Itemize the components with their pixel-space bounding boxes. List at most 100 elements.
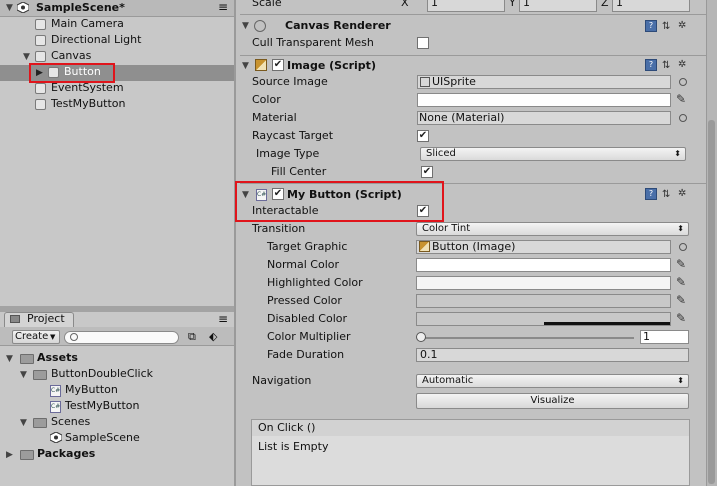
image-enabled-checkbox[interactable]: ✔ [272, 59, 284, 71]
dropdown-arrow-icon: ▼ [50, 333, 56, 341]
dropdown-arrow-icon: ⬍ [677, 376, 684, 385]
scale-x-field[interactable] [427, 0, 505, 12]
list-empty-label: List is Empty [258, 440, 329, 453]
script-icon: C# [50, 385, 61, 397]
hierarchy-item-canvas[interactable]: Canvas [51, 49, 91, 63]
hierarchy-item-directional-light[interactable]: Directional Light [51, 33, 141, 47]
color-field[interactable] [417, 93, 671, 107]
scale-y-value: 1 [523, 0, 530, 9]
eyedropper-icon[interactable]: ✎ [676, 93, 686, 105]
folder-scenes[interactable]: Scenes [51, 415, 90, 429]
multiplier-slider-track[interactable] [420, 337, 634, 339]
divider [240, 14, 706, 15]
scrollbar-thumb[interactable] [708, 120, 715, 484]
expand-arrow-icon[interactable]: ▼ [20, 416, 27, 430]
file-samplescene[interactable]: SampleScene [65, 431, 140, 445]
scene-menu-icon[interactable]: ≡ [218, 0, 228, 14]
script-icon: C# [50, 401, 61, 413]
eyedropper-icon[interactable]: ✎ [676, 294, 686, 306]
hierarchy-item-main-camera[interactable]: Main Camera [51, 17, 124, 31]
folder-assets[interactable]: Assets [37, 351, 78, 365]
onclick-header [251, 419, 690, 437]
eyedropper-icon[interactable]: ✎ [676, 276, 686, 288]
canvas-renderer-title: Canvas Renderer [285, 19, 391, 32]
target-graphic-value: Button (Image) [432, 240, 516, 253]
scale-y-field[interactable] [519, 0, 597, 12]
search-input[interactable] [64, 331, 179, 344]
raycast-target-checkbox[interactable]: ✔ [417, 130, 429, 142]
image-component-icon [419, 241, 430, 252]
scale-x-label: X [401, 0, 409, 9]
file-mybutton[interactable]: MyButton [65, 383, 118, 397]
tag-icon[interactable]: ⬖ [209, 330, 217, 344]
expand-arrow-icon[interactable]: ▼ [20, 368, 27, 382]
source-image-label: Source Image [252, 75, 328, 88]
alpha-bar [544, 322, 670, 325]
scale-label: Scale [252, 0, 282, 9]
dropdown-arrow-icon: ⬍ [674, 149, 681, 158]
fill-center-checkbox[interactable]: ✔ [421, 166, 433, 178]
help-book-icon[interactable]: ? [645, 20, 657, 32]
cull-transparent-label: Cull Transparent Mesh [252, 36, 374, 49]
panel-menu-icon[interactable]: ≡ [218, 312, 228, 326]
gear-icon[interactable]: ✲ [678, 59, 686, 71]
filter-type-icon[interactable]: ⧉ [188, 330, 196, 344]
folder-icon [33, 418, 47, 428]
scene-title: SampleScene* [36, 1, 125, 14]
disabled-color-label: Disabled Color [267, 312, 348, 325]
color-label: Color [252, 93, 281, 106]
object-picker-icon[interactable] [679, 78, 687, 86]
folder-icon [33, 370, 47, 380]
hierarchy-item-eventsystem[interactable]: EventSystem [51, 81, 124, 95]
collapsed-arrow-icon[interactable]: ▶ [6, 448, 13, 462]
preset-sliders-icon[interactable]: ⇅ [662, 189, 670, 201]
expand-arrow-icon[interactable]: ▼ [242, 59, 249, 73]
divider [240, 55, 706, 56]
object-picker-icon[interactable] [679, 114, 687, 122]
expand-arrow-icon[interactable]: ▼ [6, 1, 13, 15]
pressed-color-field[interactable] [416, 294, 671, 308]
expand-arrow-icon[interactable]: ▼ [242, 19, 249, 33]
transition-dropdown[interactable]: Color Tint ⬍ [416, 222, 689, 236]
fill-center-label: Fill Center [271, 165, 327, 178]
scale-z-field[interactable] [612, 0, 690, 12]
folder-icon [20, 450, 34, 460]
preset-sliders-icon[interactable]: ⇅ [662, 21, 670, 33]
scale-y-label: Y [509, 0, 516, 9]
visualize-label: Visualize [530, 395, 575, 406]
folder-buttondoubleclick[interactable]: ButtonDoubleClick [51, 367, 153, 381]
fade-duration-label: Fade Duration [267, 348, 345, 361]
gear-icon[interactable]: ✲ [678, 188, 686, 200]
file-testmybutton[interactable]: TestMyButton [65, 399, 140, 413]
color-multiplier-label: Color Multiplier [267, 330, 351, 343]
cull-transparent-checkbox[interactable] [417, 37, 429, 49]
object-picker-icon[interactable] [679, 243, 687, 251]
gear-icon[interactable]: ✲ [678, 20, 686, 32]
expand-arrow-icon[interactable]: ▼ [6, 352, 13, 366]
navigation-value: Automatic [422, 375, 474, 386]
image-script-title: Image (Script) [287, 59, 376, 72]
navigation-dropdown[interactable]: Automatic ⬍ [416, 374, 689, 388]
image-component-icon [255, 59, 267, 71]
image-type-dropdown[interactable]: Sliced ⬍ [420, 147, 686, 161]
folder-packages[interactable]: Packages [37, 447, 95, 461]
tab-project-label: Project [27, 312, 65, 325]
multiplier-slider-handle[interactable] [416, 332, 426, 342]
scale-z-value: 1 [616, 0, 623, 9]
normal-color-label: Normal Color [267, 258, 340, 271]
transition-label: Transition [252, 222, 306, 235]
fade-duration-field[interactable] [416, 348, 689, 362]
highlighted-color-field[interactable] [416, 276, 671, 290]
hierarchy-item-testmybutton[interactable]: TestMyButton [51, 97, 126, 111]
multiplier-value: 1 [643, 330, 650, 343]
eyedropper-icon[interactable]: ✎ [676, 258, 686, 270]
normal-color-field[interactable] [416, 258, 671, 272]
fade-duration-value: 0.1 [420, 348, 438, 361]
help-book-icon[interactable]: ? [645, 59, 657, 71]
help-book-icon[interactable]: ? [645, 188, 657, 200]
visualize-button[interactable]: Visualize [416, 393, 689, 409]
eyedropper-icon[interactable]: ✎ [676, 312, 686, 324]
preset-sliders-icon[interactable]: ⇅ [662, 60, 670, 72]
expand-arrow-icon[interactable]: ▼ [23, 50, 30, 64]
material-label: Material [252, 111, 297, 124]
